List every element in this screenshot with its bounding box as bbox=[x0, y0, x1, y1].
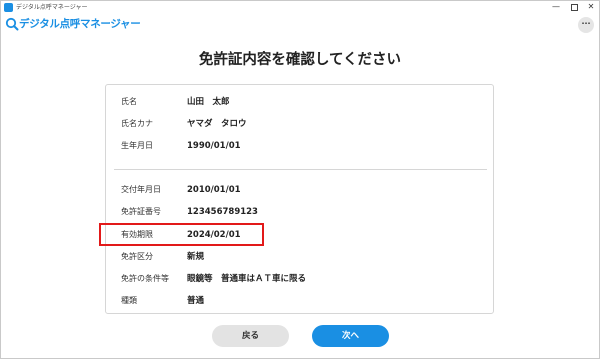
license-info-card: 氏名 山田 太郎 氏名カナ ヤマダ タロウ 生年月日 1990/01/01 交付… bbox=[105, 84, 494, 314]
search-logo-icon bbox=[5, 17, 19, 31]
maximize-icon bbox=[570, 4, 578, 11]
next-button[interactable]: 次へ bbox=[312, 325, 389, 347]
field-row-license-category: 免許区分 新規 bbox=[106, 250, 495, 264]
field-value: 2010/01/01 bbox=[187, 185, 241, 195]
field-value: 山田 太郎 bbox=[187, 97, 230, 107]
field-label: 免許区分 bbox=[121, 252, 153, 261]
field-value: 123456789123 bbox=[187, 207, 258, 217]
field-row-birthdate: 生年月日 1990/01/01 bbox=[106, 139, 495, 153]
app-icon bbox=[4, 3, 13, 12]
field-label: 氏名カナ bbox=[121, 119, 153, 128]
field-value: 1990/01/01 bbox=[187, 141, 241, 151]
window-titlebar: デジタル点呼マネージャー — ✕ bbox=[1, 1, 599, 14]
field-row-license-number: 免許証番号 123456789123 bbox=[106, 205, 495, 219]
field-row-name: 氏名 山田 太郎 bbox=[106, 95, 495, 109]
field-value: 眼鏡等 普通車はＡＴ車に限る bbox=[187, 274, 307, 284]
field-row-license-type: 種類 普通 bbox=[106, 294, 495, 308]
section-divider bbox=[114, 169, 487, 170]
field-label: 生年月日 bbox=[121, 141, 153, 150]
field-value: 新規 bbox=[187, 252, 205, 262]
minimize-button[interactable]: — bbox=[549, 1, 563, 13]
field-label: 種類 bbox=[121, 296, 137, 305]
field-label: 氏名 bbox=[121, 97, 137, 106]
field-value: ヤマダ タロウ bbox=[187, 119, 247, 129]
field-row-conditions: 免許の条件等 眼鏡等 普通車はＡＴ車に限る bbox=[106, 272, 495, 286]
more-menu-button[interactable]: ··· bbox=[578, 17, 594, 33]
close-button[interactable]: ✕ bbox=[584, 1, 598, 13]
app-brand: デジタル点呼マネージャー bbox=[19, 18, 141, 30]
field-label: 交付年月日 bbox=[121, 185, 161, 194]
field-row-name-kana: 氏名カナ ヤマダ タロウ bbox=[106, 117, 495, 131]
maximize-button[interactable] bbox=[567, 1, 581, 13]
field-label: 免許の条件等 bbox=[121, 274, 169, 283]
expiry-highlight-box bbox=[99, 223, 264, 246]
window-title: デジタル点呼マネージャー bbox=[16, 4, 88, 11]
field-label: 免許証番号 bbox=[121, 207, 161, 216]
back-button[interactable]: 戻る bbox=[212, 325, 289, 347]
field-value: 普通 bbox=[187, 296, 205, 306]
app-header: デジタル点呼マネージャー ··· bbox=[1, 14, 599, 36]
field-row-issue-date: 交付年月日 2010/01/01 bbox=[106, 183, 495, 197]
page-title: 免許証内容を確認してください bbox=[198, 52, 402, 68]
